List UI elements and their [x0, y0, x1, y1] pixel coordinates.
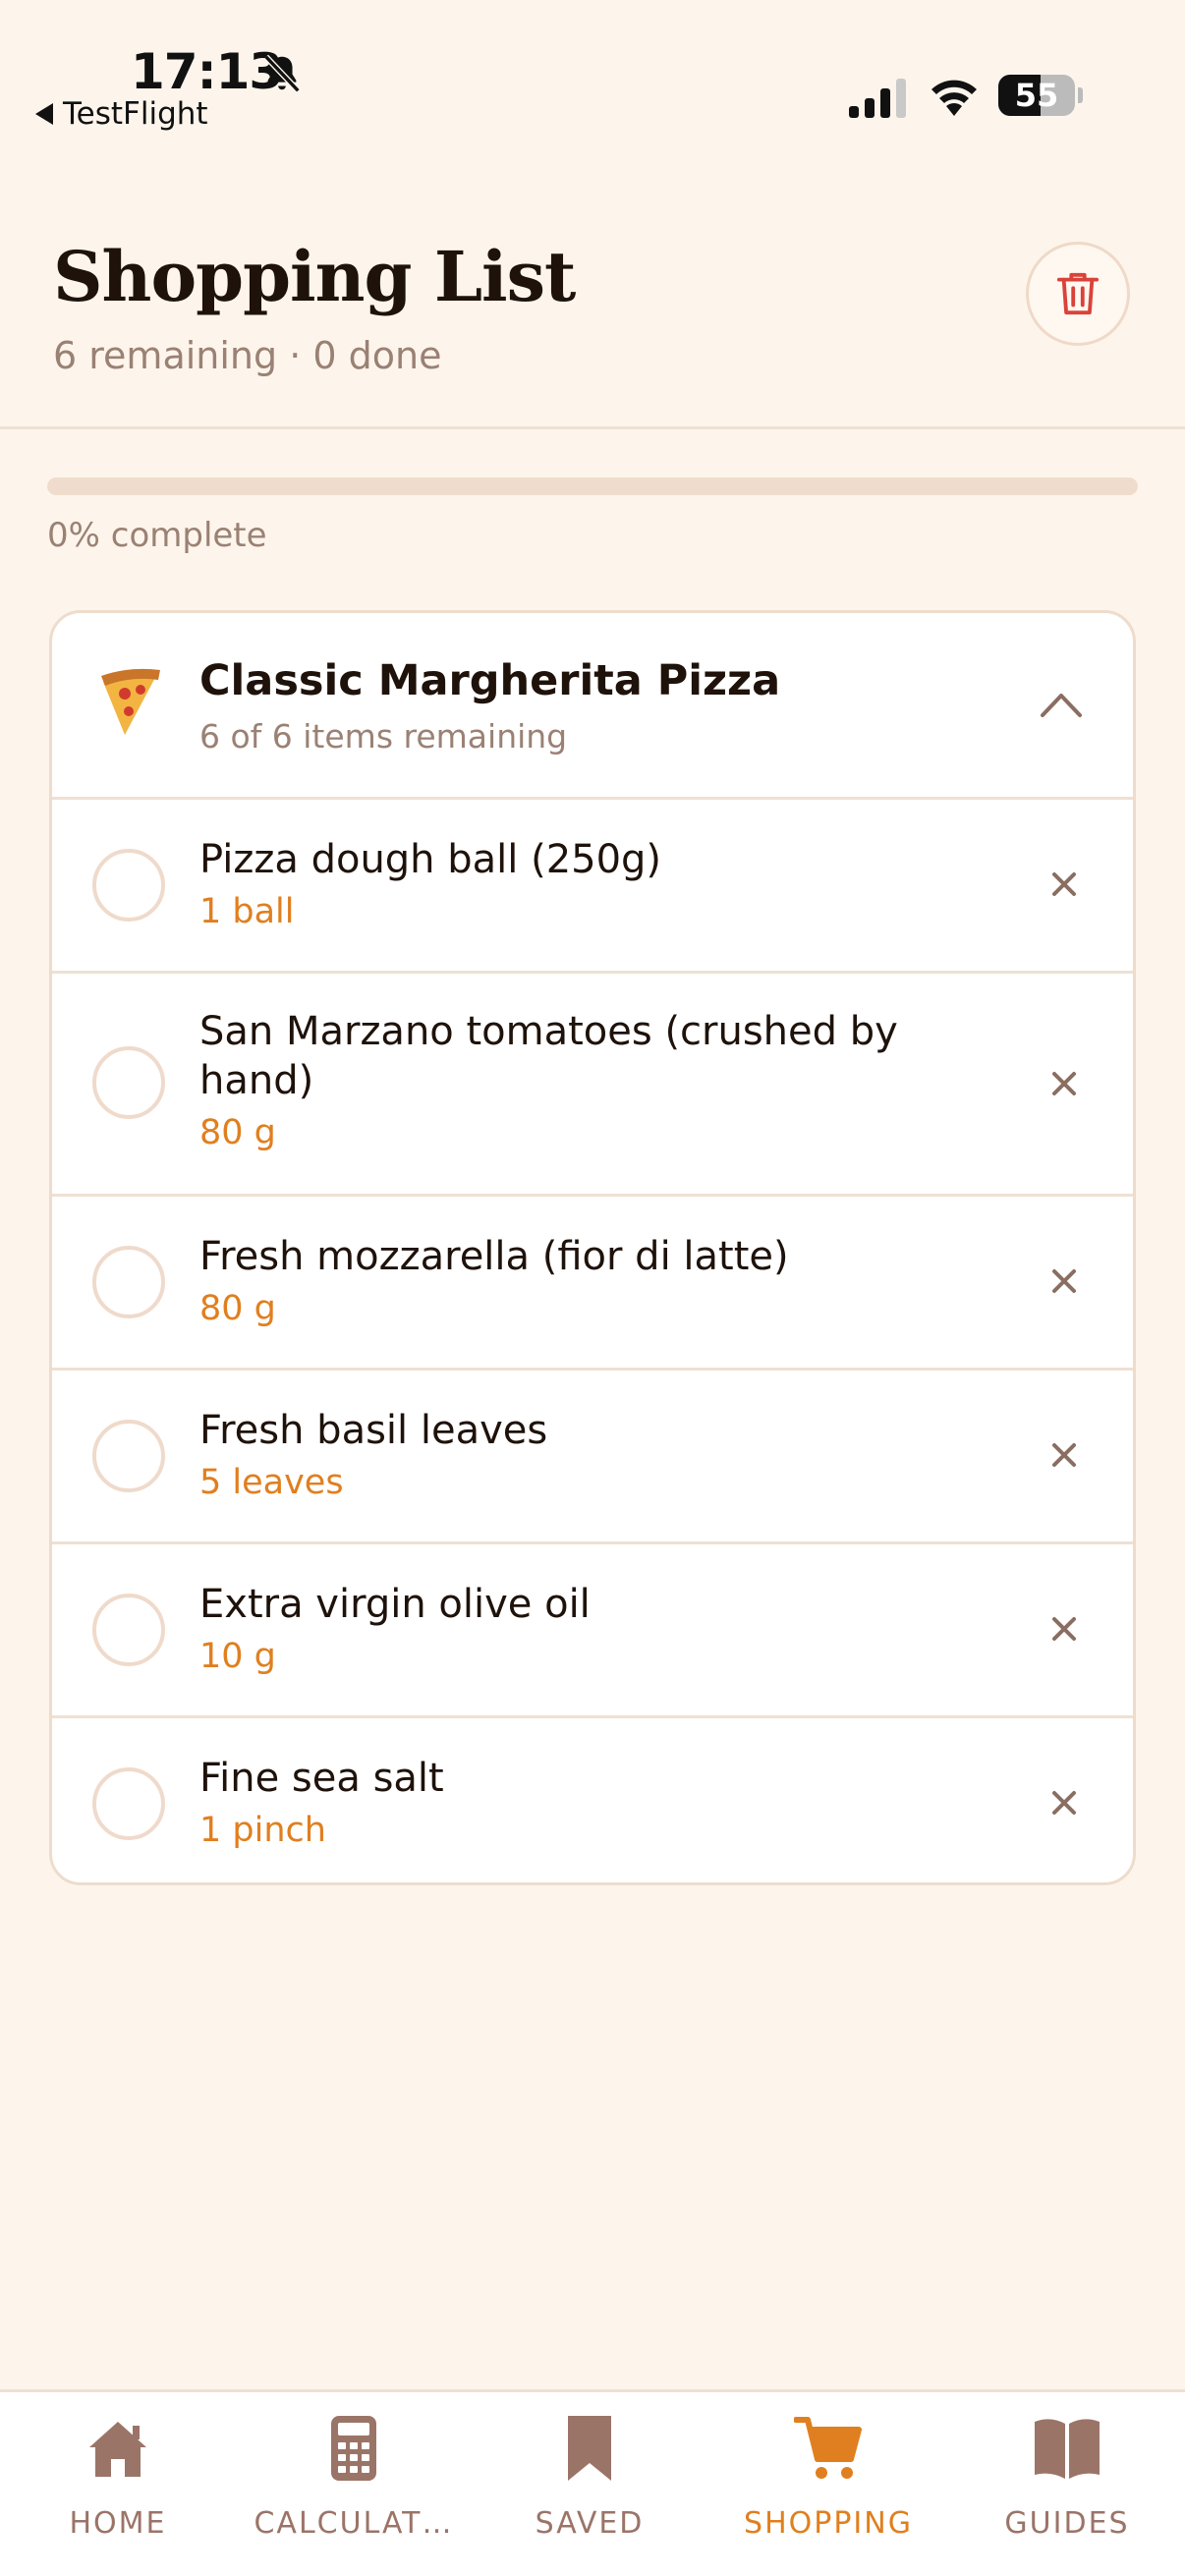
remove-item-icon[interactable]: [1044, 1064, 1084, 1103]
chevron-up-icon[interactable]: [1039, 690, 1084, 719]
trash-icon: [1056, 272, 1100, 315]
tab-guides[interactable]: GUIDES: [949, 2392, 1185, 2576]
item-name: Fine sea salt: [199, 1756, 444, 1801]
tab-calculator-label: CALCULAT…: [254, 2506, 454, 2541]
item-checkbox[interactable]: [92, 1594, 165, 1666]
recipe-card-header[interactable]: Classic Margherita Pizza 6 of 6 items re…: [52, 613, 1133, 797]
tab-saved-label: SAVED: [535, 2506, 645, 2541]
item-name: Fresh mozzarella (fior di latte): [199, 1234, 789, 1279]
item-name: Pizza dough ball (250g): [199, 837, 662, 882]
tab-shopping[interactable]: SHOPPING: [707, 2392, 949, 2576]
item-quantity: 1 pinch: [199, 1811, 326, 1850]
item-checkbox[interactable]: [92, 1046, 165, 1119]
recipe-title: Classic Margherita Pizza: [199, 656, 781, 705]
recipe-remaining: 6 of 6 items remaining: [199, 717, 568, 756]
item-quantity: 10 g: [199, 1637, 276, 1676]
done-count: 0 done: [312, 334, 442, 377]
shopping-item: Fine sea salt 1 pinch: [52, 1718, 1133, 1882]
summary-separator: ·: [289, 334, 302, 377]
remove-item-icon[interactable]: [1044, 1261, 1084, 1301]
tab-guides-label: GUIDES: [1004, 2506, 1130, 2541]
item-quantity: 1 ball: [199, 892, 295, 931]
item-name: Extra virgin olive oil: [199, 1582, 591, 1627]
recipe-card: Classic Margherita Pizza 6 of 6 items re…: [49, 610, 1136, 1885]
remaining-count: 6 remaining: [53, 334, 278, 377]
battery-indicator: 55: [998, 75, 1083, 116]
list-summary: 6 remaining · 0 done: [53, 334, 442, 377]
shopping-item: Pizza dough ball (250g) 1 ball: [52, 800, 1133, 971]
pizza-icon: [101, 668, 160, 735]
calculator-icon: [331, 2416, 376, 2481]
shopping-item: Extra virgin olive oil 10 g: [52, 1544, 1133, 1715]
item-quantity: 80 g: [199, 1113, 276, 1152]
wifi-icon: [931, 80, 977, 116]
item-checkbox[interactable]: [92, 1767, 165, 1840]
remove-item-icon[interactable]: [1044, 1609, 1084, 1649]
tab-home[interactable]: HOME: [0, 2392, 236, 2576]
home-icon: [89, 2422, 146, 2477]
item-checkbox[interactable]: [92, 849, 165, 922]
remove-item-icon[interactable]: [1044, 1435, 1084, 1475]
item-checkbox[interactable]: [92, 1420, 165, 1492]
item-name: San Marzano tomatoes (crushed by hand): [199, 1009, 898, 1103]
page-title: Shopping List: [53, 236, 576, 317]
tab-calculator[interactable]: CALCULAT…: [236, 2392, 472, 2576]
remove-item-icon[interactable]: [1044, 1783, 1084, 1822]
back-app-label: TestFlight: [63, 96, 208, 132]
item-name: Fresh basil leaves: [199, 1408, 548, 1453]
cart-icon: [794, 2417, 862, 2479]
shopping-item: San Marzano tomatoes (crushed by hand) 8…: [52, 974, 1133, 1194]
shopping-item: Fresh basil leaves 5 leaves: [52, 1371, 1133, 1541]
back-to-app-button[interactable]: TestFlight: [35, 96, 208, 132]
status-bar: 17:13 TestFlight 55: [0, 0, 1185, 147]
progress-label: 0% complete: [47, 516, 267, 555]
item-checkbox[interactable]: [92, 1246, 165, 1318]
bookmark-icon: [568, 2416, 611, 2481]
book-icon: [1035, 2419, 1100, 2479]
back-arrow-icon: [35, 103, 53, 125]
tab-saved[interactable]: SAVED: [472, 2392, 707, 2576]
tab-home-label: HOME: [69, 2506, 167, 2541]
progress-bar: [47, 477, 1138, 495]
tab-shopping-label: SHOPPING: [744, 2506, 913, 2541]
remove-item-icon[interactable]: [1044, 865, 1084, 904]
header-divider: [0, 426, 1185, 429]
item-quantity: 5 leaves: [199, 1463, 344, 1502]
shopping-item: Fresh mozzarella (fior di latte) 80 g: [52, 1197, 1133, 1368]
cellular-signal-icon: [849, 79, 906, 118]
tab-bar: HOME CALCULAT… SAVED SHOPPING GUIDES: [0, 2389, 1185, 2576]
item-quantity: 80 g: [199, 1289, 276, 1328]
bell-muted-icon: [263, 54, 301, 93]
battery-level: 55: [1014, 77, 1059, 114]
clear-list-button[interactable]: [1026, 242, 1130, 346]
